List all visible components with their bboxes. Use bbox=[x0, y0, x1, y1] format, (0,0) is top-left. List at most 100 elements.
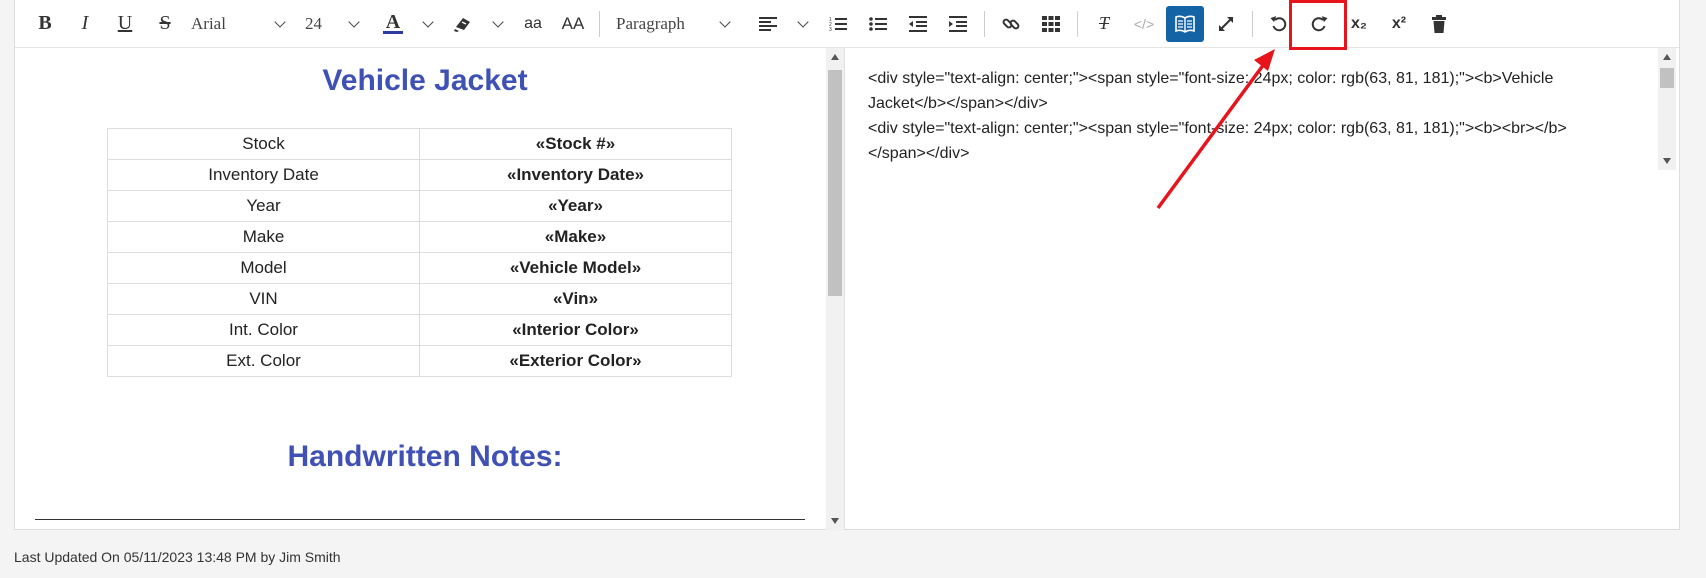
field-label: Stock bbox=[107, 128, 420, 160]
font-color-dropdown[interactable] bbox=[413, 7, 443, 41]
source-line-2a: <div style="text-align: center;"><span s… bbox=[868, 120, 1567, 137]
outdent-icon bbox=[909, 15, 927, 32]
clear-all-button[interactable] bbox=[1419, 7, 1459, 41]
undo-button[interactable] bbox=[1259, 7, 1299, 41]
font-family-dropdown[interactable] bbox=[265, 7, 295, 41]
field-merge-value: «Inventory Date» bbox=[419, 159, 732, 191]
insert-link-button[interactable] bbox=[991, 7, 1031, 41]
toolbar-divider bbox=[1077, 10, 1078, 37]
bullet-list-icon bbox=[869, 16, 887, 31]
redo-icon bbox=[1311, 15, 1328, 31]
source-line-1a: <div style="text-align: center;"><span s… bbox=[868, 70, 1554, 87]
chevron-down-icon bbox=[348, 15, 360, 28]
html-source-text[interactable]: <div style="text-align: center;"><span s… bbox=[868, 66, 1628, 166]
vehicle-info-table: Stock «Stock #» Inventory Date «Inventory D… bbox=[107, 128, 732, 377]
link-icon bbox=[1002, 18, 1020, 29]
table-row: Make «Make» bbox=[107, 221, 732, 253]
font-family-value: Arial bbox=[191, 13, 226, 33]
field-merge-value: «Make» bbox=[419, 221, 732, 253]
bullet-list-button[interactable] bbox=[858, 7, 898, 41]
table-row: Inventory Date «Inventory Date» bbox=[107, 159, 732, 191]
scrollbar-thumb[interactable] bbox=[1660, 68, 1674, 88]
code-view-pane[interactable]: <div style="text-align: center;"><span s… bbox=[846, 48, 1681, 530]
indent-button[interactable] bbox=[938, 7, 978, 41]
expand-icon bbox=[1219, 16, 1233, 31]
undo-icon bbox=[1270, 15, 1287, 31]
scroll-down-arrow-icon[interactable] bbox=[1663, 158, 1671, 164]
field-label: Inventory Date bbox=[107, 159, 420, 191]
chevron-down-icon bbox=[422, 15, 434, 28]
scroll-down-arrow-icon[interactable] bbox=[831, 518, 839, 524]
field-merge-value: «Vin» bbox=[419, 283, 732, 315]
toolbar-divider bbox=[984, 10, 985, 37]
highlighter-icon bbox=[454, 17, 470, 32]
redo-button[interactable] bbox=[1299, 7, 1339, 41]
field-merge-value: «Year» bbox=[419, 190, 732, 222]
align-button[interactable] bbox=[748, 7, 788, 41]
block-format-dropdown[interactable] bbox=[710, 7, 740, 41]
ordered-list-button[interactable]: 123 bbox=[818, 7, 858, 41]
chevron-down-icon bbox=[492, 15, 504, 28]
highlight-button[interactable] bbox=[443, 7, 483, 41]
block-format-select[interactable]: Paragraph bbox=[606, 7, 710, 41]
superscript-button[interactable]: x² bbox=[1379, 7, 1419, 41]
align-left-icon bbox=[759, 16, 777, 31]
font-family-select[interactable]: Arial bbox=[185, 7, 265, 41]
highlight-dropdown[interactable] bbox=[483, 7, 513, 41]
book-icon bbox=[1175, 15, 1195, 33]
table-row: Stock «Stock #» bbox=[107, 128, 732, 160]
field-label: Ext. Color bbox=[107, 345, 420, 377]
scroll-up-arrow-icon[interactable] bbox=[831, 54, 839, 60]
table-grid-icon bbox=[1042, 15, 1060, 32]
fullscreen-button[interactable] bbox=[1206, 7, 1246, 41]
subscript-button[interactable]: x₂ bbox=[1339, 7, 1379, 41]
editor-toolbar: B I U S Arial 24 A aa AA Paragraph 123 T… bbox=[15, 0, 1679, 48]
font-size-select[interactable]: 24 bbox=[295, 7, 339, 41]
bold-button[interactable]: B bbox=[25, 7, 65, 41]
align-dropdown[interactable] bbox=[788, 7, 818, 41]
code-view-button[interactable]: </> bbox=[1124, 7, 1164, 41]
field-merge-value: «Vehicle Model» bbox=[419, 252, 732, 284]
field-label: Year bbox=[107, 190, 420, 222]
wysiwyg-pane[interactable]: Vehicle Jacket Stock «Stock #» Inventory D… bbox=[15, 48, 845, 530]
table-row: VIN «Vin» bbox=[107, 283, 732, 315]
font-color-icon: A bbox=[382, 12, 404, 34]
svg-text:3: 3 bbox=[829, 27, 832, 32]
scrollbar-thumb[interactable] bbox=[828, 70, 842, 296]
italic-button[interactable]: I bbox=[65, 7, 105, 41]
field-merge-value: «Exterior Color» bbox=[419, 345, 732, 377]
notes-heading: Handwritten Notes: bbox=[287, 440, 563, 473]
field-label: VIN bbox=[107, 283, 420, 315]
table-row: Model «Vehicle Model» bbox=[107, 252, 732, 284]
toolbar-divider bbox=[1252, 10, 1253, 37]
strikethrough-button[interactable]: S bbox=[145, 7, 185, 41]
field-merge-value: «Interior Color» bbox=[419, 314, 732, 346]
table-row: Year «Year» bbox=[107, 190, 732, 222]
font-size-dropdown[interactable] bbox=[339, 7, 369, 41]
code-scrollbar[interactable] bbox=[1658, 48, 1676, 170]
font-color-button[interactable]: A bbox=[373, 7, 413, 41]
last-updated-text: Last Updated On 05/11/2023 13:48 PM by J… bbox=[14, 549, 341, 565]
scroll-up-arrow-icon[interactable] bbox=[1663, 54, 1671, 60]
insert-table-button[interactable] bbox=[1031, 7, 1071, 41]
toolbar-divider bbox=[599, 10, 600, 37]
font-size-value: 24 bbox=[305, 13, 322, 33]
block-format-value: Paragraph bbox=[616, 13, 685, 33]
source-line-2b: </span></div> bbox=[868, 145, 970, 162]
wysiwyg-scrollbar[interactable] bbox=[826, 48, 844, 530]
trash-icon bbox=[1432, 14, 1446, 33]
field-merge-value: «Stock #» bbox=[419, 128, 732, 160]
document-title: Vehicle Jacket bbox=[322, 64, 528, 97]
outdent-button[interactable] bbox=[898, 7, 938, 41]
field-label: Make bbox=[107, 221, 420, 253]
book-view-button[interactable] bbox=[1166, 5, 1204, 42]
lowercase-button[interactable]: aa bbox=[513, 7, 553, 41]
chevron-down-icon bbox=[274, 15, 286, 28]
chevron-down-icon bbox=[719, 15, 731, 28]
notes-line bbox=[35, 519, 805, 520]
rich-text-editor: B I U S Arial 24 A aa AA Paragraph 123 T… bbox=[14, 0, 1680, 530]
chevron-down-icon bbox=[797, 15, 809, 28]
uppercase-button[interactable]: AA bbox=[553, 7, 593, 41]
underline-button[interactable]: U bbox=[105, 7, 145, 41]
clear-format-button[interactable]: T bbox=[1084, 7, 1124, 41]
